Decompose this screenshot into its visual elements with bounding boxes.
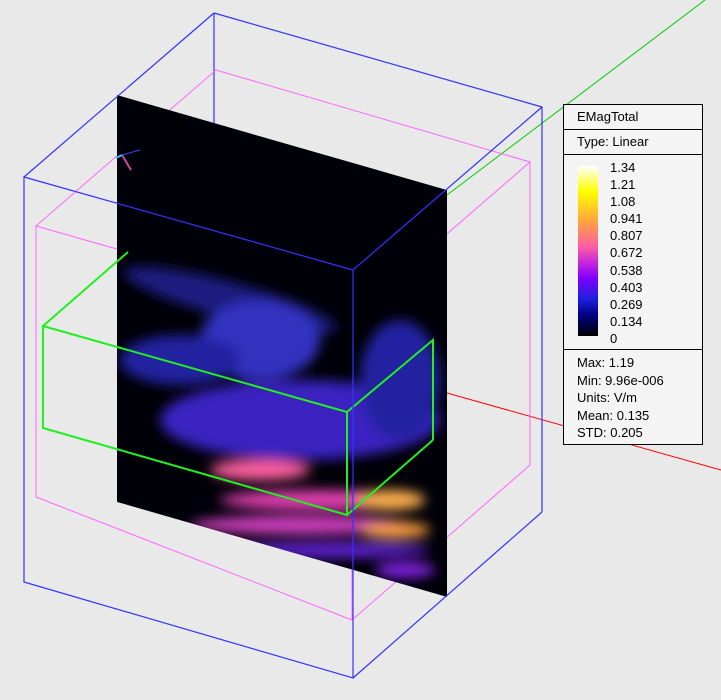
tick-label: 1.08 <box>610 194 636 210</box>
tick-label: 0 <box>610 330 618 346</box>
stat-mean: Mean: 0.135 <box>577 407 650 423</box>
tick-label: 0.269 <box>610 296 643 312</box>
colorbar-ticks: 1.34 1.21 1.08 0.941 0.807 0.672 0.538 0… <box>610 159 643 347</box>
color-legend: EMagTotal Type: Linear 1.34 1.21 1.08 0.… <box>563 104 703 445</box>
colorbar: 1.34 1.21 1.08 0.941 0.807 0.672 0.538 0… <box>564 155 702 350</box>
stat-std: STD: 0.205 <box>577 425 643 440</box>
colorbar-gradient <box>578 166 598 336</box>
tick-label: 0.941 <box>610 211 643 227</box>
stat-min: Min: 9.96e-006 <box>577 372 664 388</box>
tick-label: 0.538 <box>610 262 643 278</box>
legend-title: EMagTotal <box>564 105 702 130</box>
tick-label: 1.21 <box>610 177 636 193</box>
tick-label: 1.34 <box>610 160 636 175</box>
legend-type: Type: Linear <box>564 130 702 155</box>
stat-units: Units: V/m <box>577 390 637 405</box>
stat-max: Max: 1.19 <box>577 355 635 370</box>
tick-label: 0.807 <box>610 228 643 244</box>
tick-label: 0.134 <box>610 313 643 329</box>
field-plot-plane <box>117 95 447 597</box>
tick-label: 0.672 <box>610 245 643 261</box>
tick-label: 0.403 <box>610 279 643 295</box>
legend-stats: Max: 1.19 Min: 9.96e-006 Units: V/m Mean… <box>564 350 702 442</box>
